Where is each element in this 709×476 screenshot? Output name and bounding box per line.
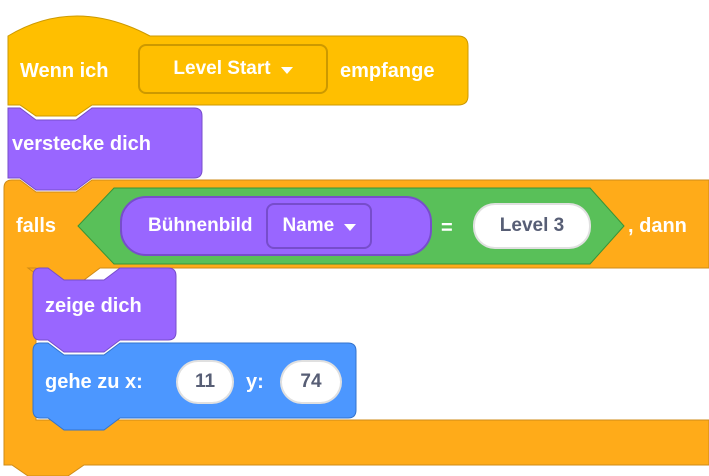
if-block-suffix: , dann [628,215,687,237]
goto-block-label: gehe zu x: [45,371,143,393]
backdrop-reporter[interactable]: Bühnenbild Name [120,196,432,256]
x-value-text: 11 [194,371,216,392]
broadcast-dropdown-value: Level Start [173,58,271,79]
event-hat-suffix: empfange [340,60,435,82]
x-value-input[interactable]: 11 [176,360,234,404]
broadcast-dropdown[interactable]: Level Start [138,44,328,94]
chevron-down-icon [280,66,293,74]
backdrop-attribute-dropdown[interactable]: Name [266,203,373,249]
backdrop-attribute-value: Name [282,215,335,236]
backdrop-reporter-label: Bühnenbild [148,215,253,236]
if-block-prefix: falls [16,215,57,237]
equals-sign: = [441,217,453,239]
y-value-text: 74 [300,371,322,392]
event-hat-prefix: Wenn ich [20,60,109,82]
comparison-value-input[interactable]: Level 3 [473,203,591,249]
show-block-label: zeige dich [45,295,142,317]
goto-y-label: y: [246,371,264,393]
hide-block-label: verstecke dich [12,133,151,155]
y-value-input[interactable]: 74 [280,360,342,404]
comparison-value-text: Level 3 [499,215,565,236]
chevron-down-icon [344,223,357,231]
